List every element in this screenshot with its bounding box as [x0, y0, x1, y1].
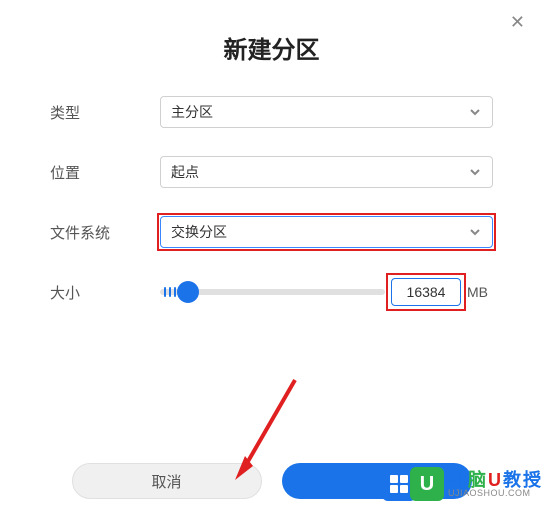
size-input[interactable]	[391, 278, 461, 306]
size-slider[interactable]	[160, 289, 385, 295]
size-unit: MB	[467, 284, 493, 300]
close-icon[interactable]: ✕	[510, 12, 525, 33]
row-type: 类型 主分区	[50, 95, 493, 129]
new-partition-dialog: ✕ 新建分区 类型 主分区 位置 起点 文件系统	[0, 0, 543, 511]
chevron-down-icon	[468, 225, 482, 239]
filesystem-select-value: 交换分区	[171, 222, 468, 242]
row-size: 大小 MB	[50, 275, 493, 309]
slider-thumb[interactable]	[177, 281, 199, 303]
button-row: 取消	[0, 463, 543, 499]
dialog-title: 新建分区	[0, 0, 543, 95]
position-label: 位置	[50, 162, 160, 183]
type-label: 类型	[50, 102, 160, 123]
slider-ticks	[164, 287, 176, 297]
size-label: 大小	[50, 282, 160, 303]
form: 类型 主分区 位置 起点 文件系统 交换分区	[0, 95, 543, 309]
position-select[interactable]: 起点	[160, 156, 493, 188]
chevron-down-icon	[468, 105, 482, 119]
size-controls: MB	[160, 278, 493, 306]
type-select-value: 主分区	[171, 102, 468, 122]
row-filesystem: 文件系统 交换分区	[50, 215, 493, 249]
filesystem-select[interactable]: 交换分区	[160, 216, 493, 248]
confirm-button[interactable]	[282, 463, 472, 499]
position-select-value: 起点	[171, 162, 468, 182]
size-input-wrap	[391, 278, 461, 306]
type-select[interactable]: 主分区	[160, 96, 493, 128]
cancel-button[interactable]: 取消	[72, 463, 262, 499]
chevron-down-icon	[468, 165, 482, 179]
filesystem-label: 文件系统	[50, 222, 160, 243]
row-position: 位置 起点	[50, 155, 493, 189]
